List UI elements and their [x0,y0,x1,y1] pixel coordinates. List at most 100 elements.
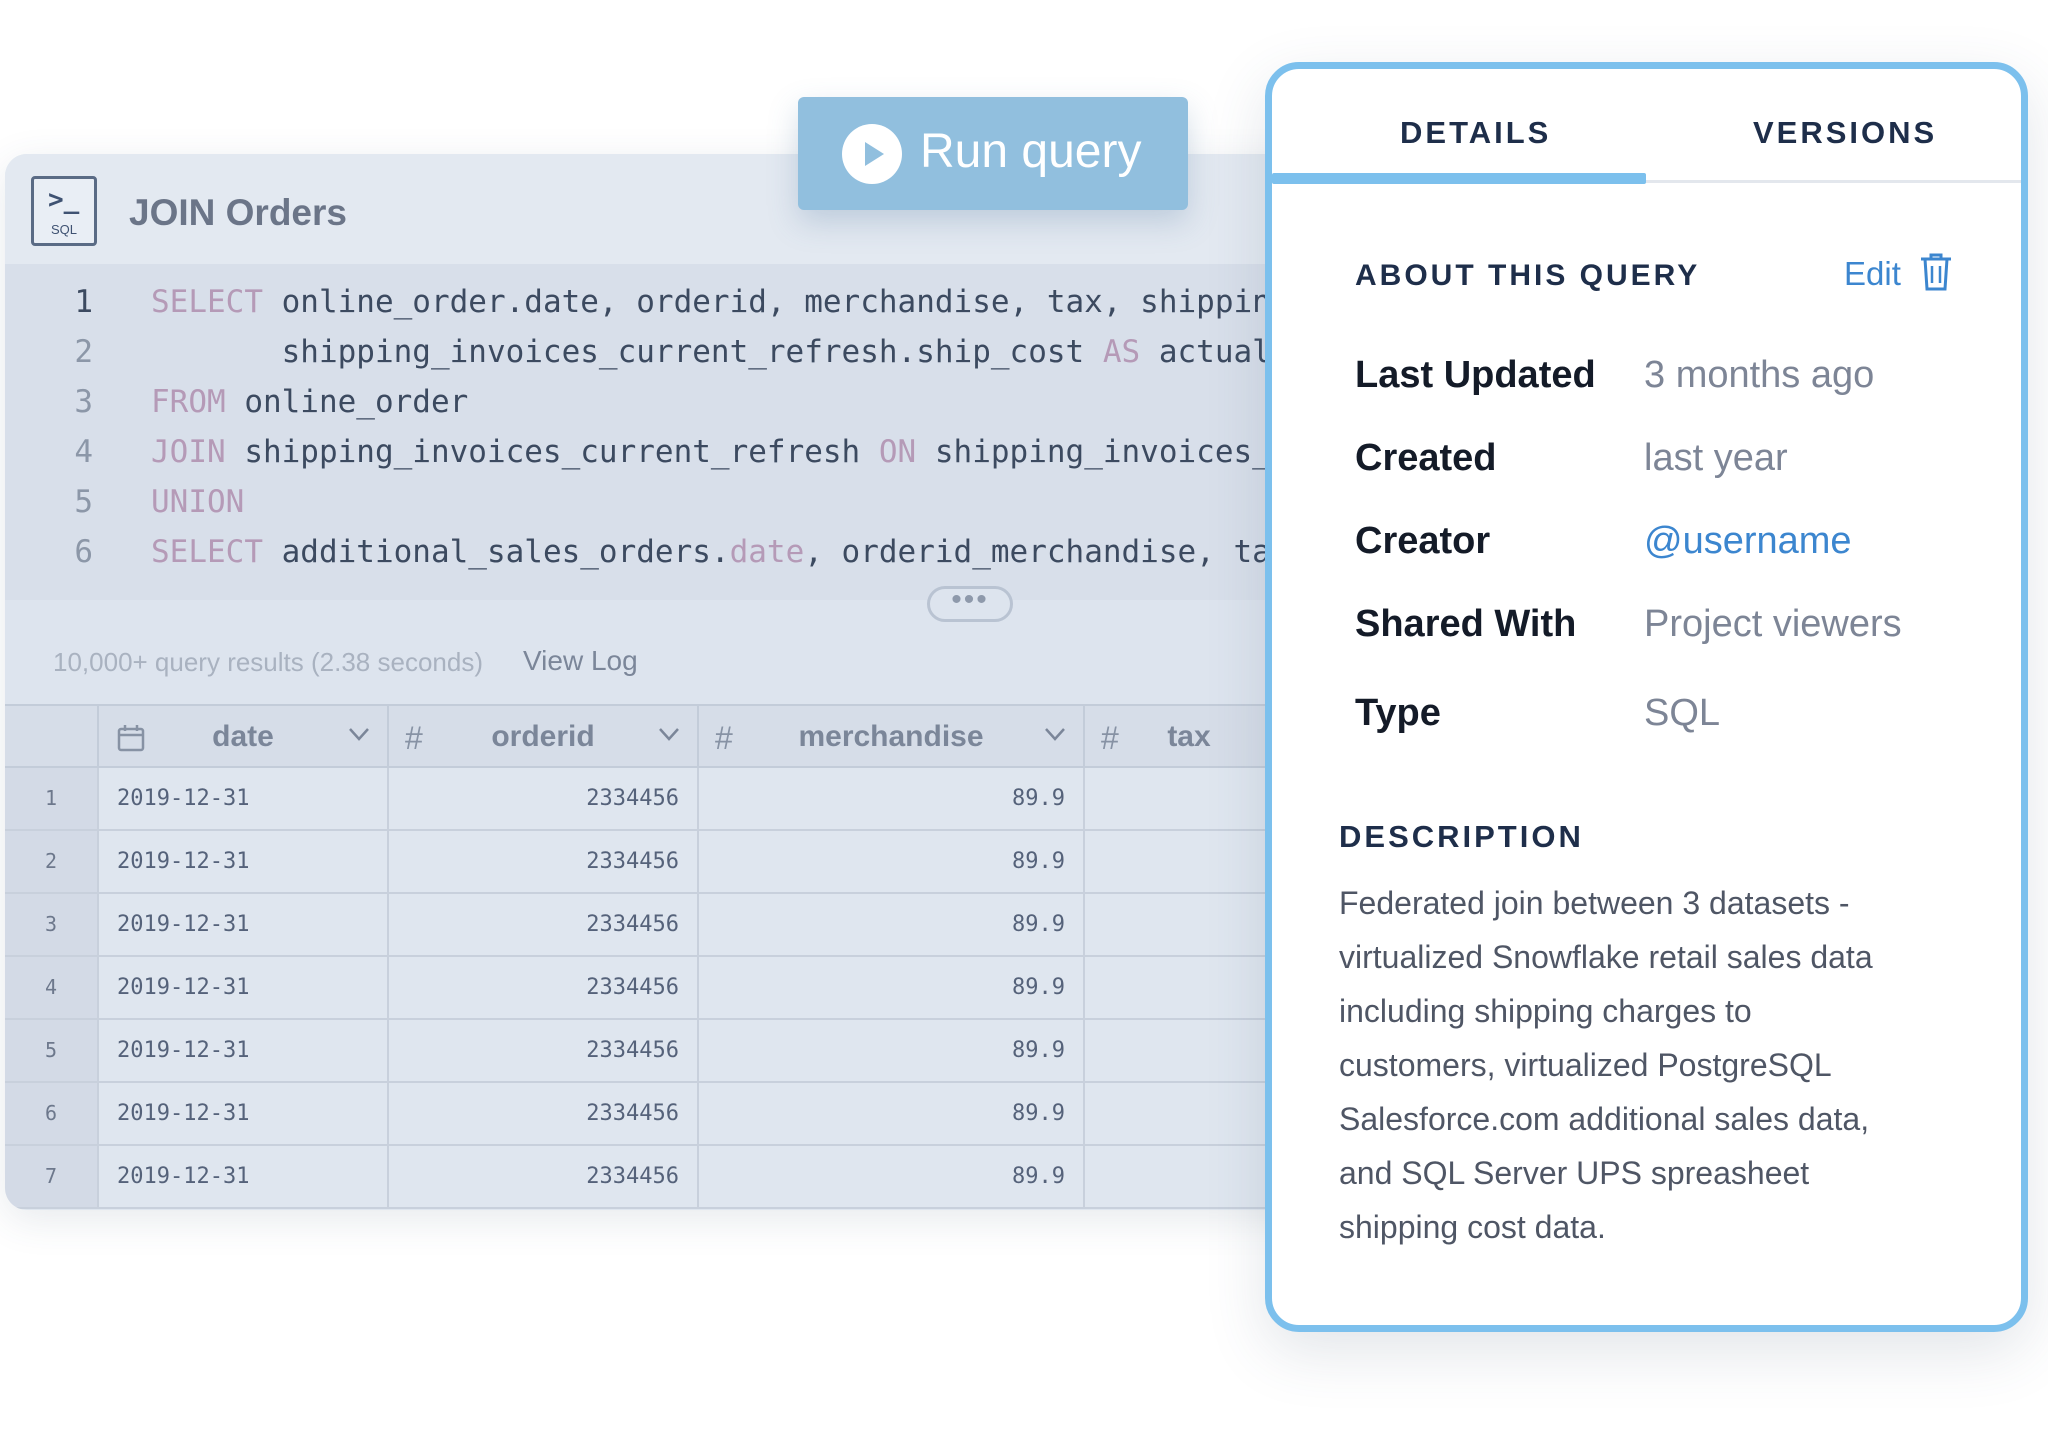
cell-orderid[interactable]: 2334456 [387,831,697,892]
sql-editor-card: >_ SQL JOIN Orders 1 SELECT online_order.… [5,154,1325,1210]
row-number: 3 [5,894,97,955]
view-log-link[interactable]: View Log [523,645,638,677]
active-tab-indicator [1272,173,1646,184]
about-section-heading: ABOUT THIS QUERY [1355,259,1701,292]
table-row[interactable]: 1 2019-12-31 2334456 89.9 [5,768,1325,831]
run-query-button[interactable]: Run query [798,97,1188,210]
cell-merchandise[interactable]: 89.9 [697,894,1083,955]
property-value-shared-with: Project viewers [1644,603,1902,645]
code-text: SELECT additional_sales_orders.date, ord… [151,534,1271,570]
cell-merchandise[interactable]: 89.9 [697,768,1083,829]
cell-merchandise[interactable]: 89.9 [697,1146,1083,1207]
cell-date[interactable]: 2019-12-31 [97,1083,387,1144]
panel-tabs: DETAILS VERSIONS [1272,69,2021,184]
cell-orderid[interactable]: 2334456 [387,1146,697,1207]
sql-text: additional_sales_orders. [262,534,730,570]
property-value-created: last year [1644,437,1788,479]
row-number: 1 [5,768,97,829]
cell-date[interactable]: 2019-12-31 [97,768,387,829]
query-title[interactable]: JOIN Orders [129,192,347,234]
row-number: 7 [5,1146,97,1207]
description-heading: DESCRIPTION [1339,819,1584,854]
chevron-down-icon[interactable] [657,722,681,746]
description-text: Federated join between 3 datasets - virt… [1339,885,1873,1245]
code-text: FROM online_order [151,384,468,420]
column-header-merchandise[interactable]: # merchandise [697,706,1083,768]
property-label-type: Type [1355,692,1441,734]
sql-text: shipping_invoices_current_refresh.ship_c… [151,334,1103,370]
trash-icon[interactable] [1919,252,1953,292]
table-row[interactable]: 5 2019-12-31 2334456 89.9 [5,1020,1325,1083]
sql-keyword: ON [878,434,917,470]
cell-orderid[interactable]: 2334456 [387,894,697,955]
chevron-down-icon[interactable] [1043,722,1067,746]
property-label-creator: Creator [1355,520,1491,562]
code-line[interactable]: 5 UNION [5,484,1325,534]
cell-date[interactable]: 2019-12-31 [97,1020,387,1081]
cell-date[interactable]: 2019-12-31 [97,1146,387,1207]
code-line[interactable]: 3 FROM online_order [5,384,1325,434]
cell-orderid[interactable]: 2334456 [387,1020,697,1081]
edit-button[interactable]: Edit [1844,255,1901,293]
table-row[interactable]: 7 2019-12-31 2334456 89.9 [5,1146,1325,1209]
row-number: 5 [5,1020,97,1081]
sql-text: shipping_invoices_current_refresh [225,434,879,470]
sql-code-editor[interactable]: 1 SELECT online_order.date, orderid, merc… [5,264,1325,600]
code-line[interactable]: 4 JOIN shipping_invoices_current_refresh … [5,434,1325,484]
play-icon [842,124,902,184]
sql-keyword: AS [1102,334,1141,370]
code-text: shipping_invoices_current_refresh.ship_c… [151,334,1271,370]
cell-date[interactable]: 2019-12-31 [97,831,387,892]
cell-orderid[interactable]: 2334456 [387,957,697,1018]
code-text: UNION [151,484,244,520]
property-value-type: SQL [1644,692,1721,734]
resize-drag-handle[interactable]: ••• [927,585,1013,622]
sql-text: online_order [225,384,469,420]
table-row[interactable]: 6 2019-12-31 2334456 89.9 [5,1083,1325,1146]
row-number: 6 [5,1083,97,1144]
row-number: 4 [5,957,97,1018]
table-header: date # orderid # merchandise # tax [5,704,1325,768]
chevron-down-icon[interactable] [347,722,371,746]
row-number: 2 [5,831,97,892]
code-line[interactable]: 2 shipping_invoices_current_refresh.ship… [5,334,1325,384]
column-header-date[interactable]: date [97,706,387,768]
column-header-orderid[interactable]: # orderid [387,706,697,768]
sql-terminal-icon: >_ SQL [31,176,97,246]
cell-merchandise[interactable]: 89.9 [697,1083,1083,1144]
code-line[interactable]: 6 SELECT additional_sales_orders.date, or… [5,534,1325,584]
line-number: 6 [74,534,93,570]
sql-keyword: SELECT [151,284,263,320]
cell-merchandise[interactable]: 89.9 [697,1020,1083,1081]
table-row[interactable]: 3 2019-12-31 2334456 89.9 [5,894,1325,957]
table-row[interactable]: 2 2019-12-31 2334456 89.9 [5,831,1325,894]
line-number: 5 [74,484,93,520]
line-number: 2 [74,334,93,370]
cell-date[interactable]: 2019-12-31 [97,957,387,1018]
sql-keyword: date [729,534,805,570]
tab-versions[interactable]: VERSIONS [1753,115,1937,151]
line-number: 1 [74,284,93,320]
property-label-last-updated: Last Updated [1355,354,1596,396]
cell-orderid[interactable]: 2334456 [387,1083,697,1144]
creator-username-link[interactable]: @username [1644,520,1852,563]
table-row[interactable]: 4 2019-12-31 2334456 89.9 [5,957,1325,1020]
tab-details[interactable]: DETAILS [1400,115,1551,151]
sql-text: actual [1140,334,1271,370]
code-text: JOIN shipping_invoices_current_refresh O… [151,434,1271,470]
cell-merchandise[interactable]: 89.9 [697,957,1083,1018]
property-label-shared-with: Shared With [1355,603,1577,645]
code-line[interactable]: 1 SELECT online_order.date, orderid, merc… [5,284,1325,334]
sql-text: , orderid_merchandise, ta [804,534,1271,570]
property-label-created: Created [1355,437,1497,479]
code-text: SELECT online_order.date, orderid, merch… [151,284,1271,320]
sql-keyword: UNION [151,484,245,520]
query-details-panel: DETAILS VERSIONS ABOUT THIS QUERY Edit L… [1265,62,2028,1332]
sql-keyword: FROM [151,384,226,420]
cell-orderid[interactable]: 2334456 [387,768,697,829]
sql-text: online_order.date, orderid, merchandise,… [262,284,1271,320]
cell-date[interactable]: 2019-12-31 [97,894,387,955]
cell-merchandise[interactable]: 89.9 [697,831,1083,892]
line-number: 4 [74,434,93,470]
line-number: 3 [74,384,93,420]
